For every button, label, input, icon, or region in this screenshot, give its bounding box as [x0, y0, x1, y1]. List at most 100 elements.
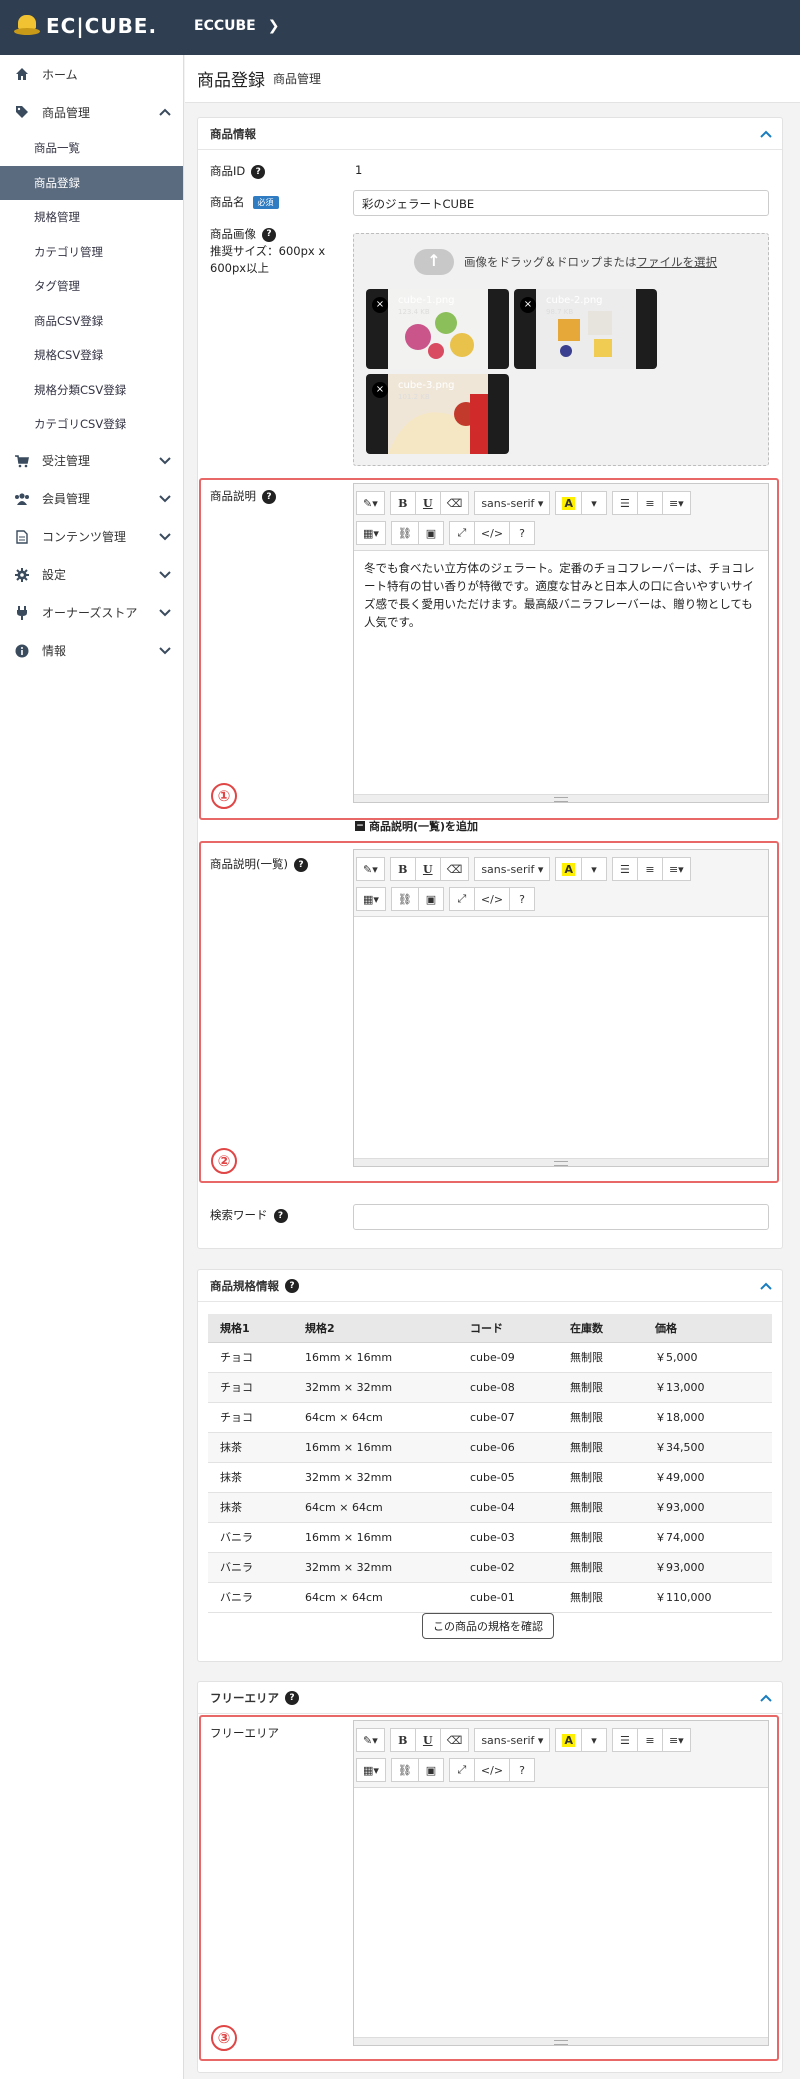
shop-name: ECCUBE [194, 18, 256, 34]
help-icon[interactable]: ? [251, 164, 266, 179]
remove-image-icon[interactable]: × [372, 382, 388, 398]
chevron-up-icon[interactable] [760, 127, 772, 141]
sidebar-item-orders[interactable]: 受注管理 [0, 442, 183, 480]
product-info-header[interactable]: 商品情報 [198, 118, 782, 150]
table-cell: 32mm × 32mm [293, 1372, 458, 1403]
chevron-up-icon[interactable] [760, 1691, 772, 1705]
table-cell: 無制限 [558, 1492, 643, 1523]
column-header: 在庫数 [558, 1314, 643, 1343]
card-title: 商品情報 [210, 126, 256, 141]
sidebar-sub-category-manage[interactable]: カテゴリ管理 [0, 235, 183, 270]
image-thumbnail[interactable]: cube-2.png 98.7 KB × [514, 289, 657, 369]
table-row: チョコ 64cm × 64cm cube-07 無制限 ￥18,000 [208, 1402, 772, 1433]
card-title: フリーエリア [210, 1690, 279, 1705]
sidebar-sub-class-manage[interactable]: 規格管理 [0, 200, 183, 235]
annotation-number-3: ③ [211, 2025, 237, 2051]
tag-icon [14, 104, 30, 120]
table-cell: ￥13,000 [643, 1372, 772, 1403]
select-file-link[interactable]: ファイルを選択 [637, 255, 718, 269]
sidebar-item-members[interactable]: 会員管理 [0, 480, 183, 518]
users-icon [14, 491, 30, 507]
table-cell: チョコ [208, 1342, 293, 1373]
help-icon[interactable]: ? [285, 1690, 299, 1705]
table-cell: 16mm × 16mm [293, 1432, 458, 1463]
table-cell: ￥74,000 [643, 1522, 772, 1553]
card-title: 商品規格情報 [210, 1278, 279, 1293]
page-subtitle: 商品管理 [273, 72, 322, 86]
chevron-up-icon[interactable] [760, 1279, 772, 1293]
sidebar-sub-tag-manage[interactable]: タグ管理 [0, 269, 183, 304]
table-cell: 抹茶 [208, 1432, 293, 1463]
sidebar-item-owners-store[interactable]: オーナーズストア [0, 594, 183, 632]
annotation-box-3 [199, 1715, 779, 2061]
help-icon[interactable]: ? [285, 1278, 299, 1293]
image-thumbnail[interactable]: cube-3.png 101.2 KB × [366, 374, 509, 454]
sidebar-sub-product-csv[interactable]: 商品CSV登録 [0, 304, 183, 339]
image-filename: cube-3.png [398, 380, 455, 391]
table-cell: 無制限 [558, 1462, 643, 1493]
chevron-right-icon: ❯ [267, 18, 280, 34]
remove-image-icon[interactable]: × [372, 297, 388, 313]
annotation-box-1 [199, 478, 779, 820]
eccube-logo[interactable]: EC|CUBE. [14, 14, 157, 38]
sidebar-sub-class-csv[interactable]: 規格CSV登録 [0, 338, 183, 373]
required-badge: 必須 [252, 196, 279, 209]
sidebar-sub-category-csv[interactable]: カテゴリCSV登録 [0, 407, 183, 442]
table-cell: ￥18,000 [643, 1402, 772, 1433]
table-cell: 32mm × 32mm [293, 1462, 458, 1493]
table-cell: 無制限 [558, 1522, 643, 1553]
sidebar-item-products[interactable]: 商品管理 [0, 93, 183, 131]
sidebar-item-label: 情報 [42, 644, 67, 658]
table-cell: 16mm × 16mm [293, 1342, 458, 1373]
product-id-value: 1 [355, 163, 363, 177]
image-dropzone[interactable]: 画像をドラッグ＆ドロップまたはファイルを選択 cube-1.png 123.4 … [353, 233, 769, 466]
table-cell: ￥110,000 [643, 1582, 772, 1613]
confirm-classes-button[interactable]: この商品の規格を確認 [422, 1613, 554, 1639]
table-cell: バニラ [208, 1582, 293, 1613]
remove-image-icon[interactable]: × [520, 297, 536, 313]
gear-icon [14, 567, 30, 583]
table-cell: cube-01 [458, 1582, 558, 1613]
sidebar-sub-class-category-csv[interactable]: 規格分類CSV登録 [0, 373, 183, 408]
product-class-header[interactable]: 商品規格情報? [198, 1270, 782, 1302]
table-row: バニラ 64cm × 64cm cube-01 無制限 ￥110,000 [208, 1582, 772, 1613]
page-title-bar: 商品登録 商品管理 [185, 55, 800, 103]
logo-text: EC|CUBE. [46, 14, 158, 38]
product-id-label: 商品ID? [210, 163, 266, 179]
image-filesize: 101.2 KB [398, 393, 430, 401]
table-cell: 無制限 [558, 1372, 643, 1403]
table-cell: 64cm × 64cm [293, 1402, 458, 1433]
add-list-description-toggle[interactable]: − 商品説明(一覧)を追加 [355, 818, 478, 834]
free-area-header[interactable]: フリーエリア? [198, 1682, 782, 1714]
page-title: 商品登録 [197, 71, 265, 91]
sidebar-sub-product-register[interactable]: 商品登録 [0, 165, 183, 200]
table-cell: ￥93,000 [643, 1552, 772, 1583]
sidebar: ホーム 商品管理 商品一覧 商品登録 規格管理 カテゴリ管理 タグ管理 商品CS… [0, 55, 184, 2079]
shop-name-link[interactable]: ECCUBE ❯ [194, 18, 279, 34]
product-name-input[interactable]: 彩のジェラートCUBE [353, 190, 769, 216]
help-icon[interactable]: ? [273, 1208, 288, 1223]
column-header: 規格2 [293, 1314, 458, 1343]
table-cell: ￥93,000 [643, 1492, 772, 1523]
table-cell: cube-03 [458, 1522, 558, 1553]
sidebar-sub-product-list[interactable]: 商品一覧 [0, 131, 183, 166]
chevron-down-icon [159, 644, 171, 658]
sidebar-item-label: 商品管理 [42, 105, 91, 120]
image-thumbnail[interactable]: cube-1.png 123.4 KB × [366, 289, 509, 369]
sidebar-item-home[interactable]: ホーム [0, 55, 183, 93]
table-cell: cube-04 [458, 1492, 558, 1523]
chevron-down-icon [159, 568, 171, 582]
sidebar-item-contents[interactable]: コンテンツ管理 [0, 518, 183, 556]
search-word-input[interactable] [353, 1204, 769, 1230]
table-cell: 抹茶 [208, 1462, 293, 1493]
table-header-row: 規格1 規格2 コード 在庫数 価格 [208, 1314, 772, 1343]
table-cell: 無制限 [558, 1582, 643, 1613]
sidebar-item-settings[interactable]: 設定 [0, 556, 183, 594]
table-cell: ￥49,000 [643, 1462, 772, 1493]
table-cell: 無制限 [558, 1432, 643, 1463]
help-icon[interactable]: ? [262, 227, 276, 242]
sidebar-item-info[interactable]: 情報 [0, 632, 183, 670]
plug-icon [14, 605, 30, 621]
table-cell: cube-02 [458, 1552, 558, 1583]
product-image-label: 商品画像? 推奨サイズ：600px x 600px以上 [210, 227, 326, 275]
